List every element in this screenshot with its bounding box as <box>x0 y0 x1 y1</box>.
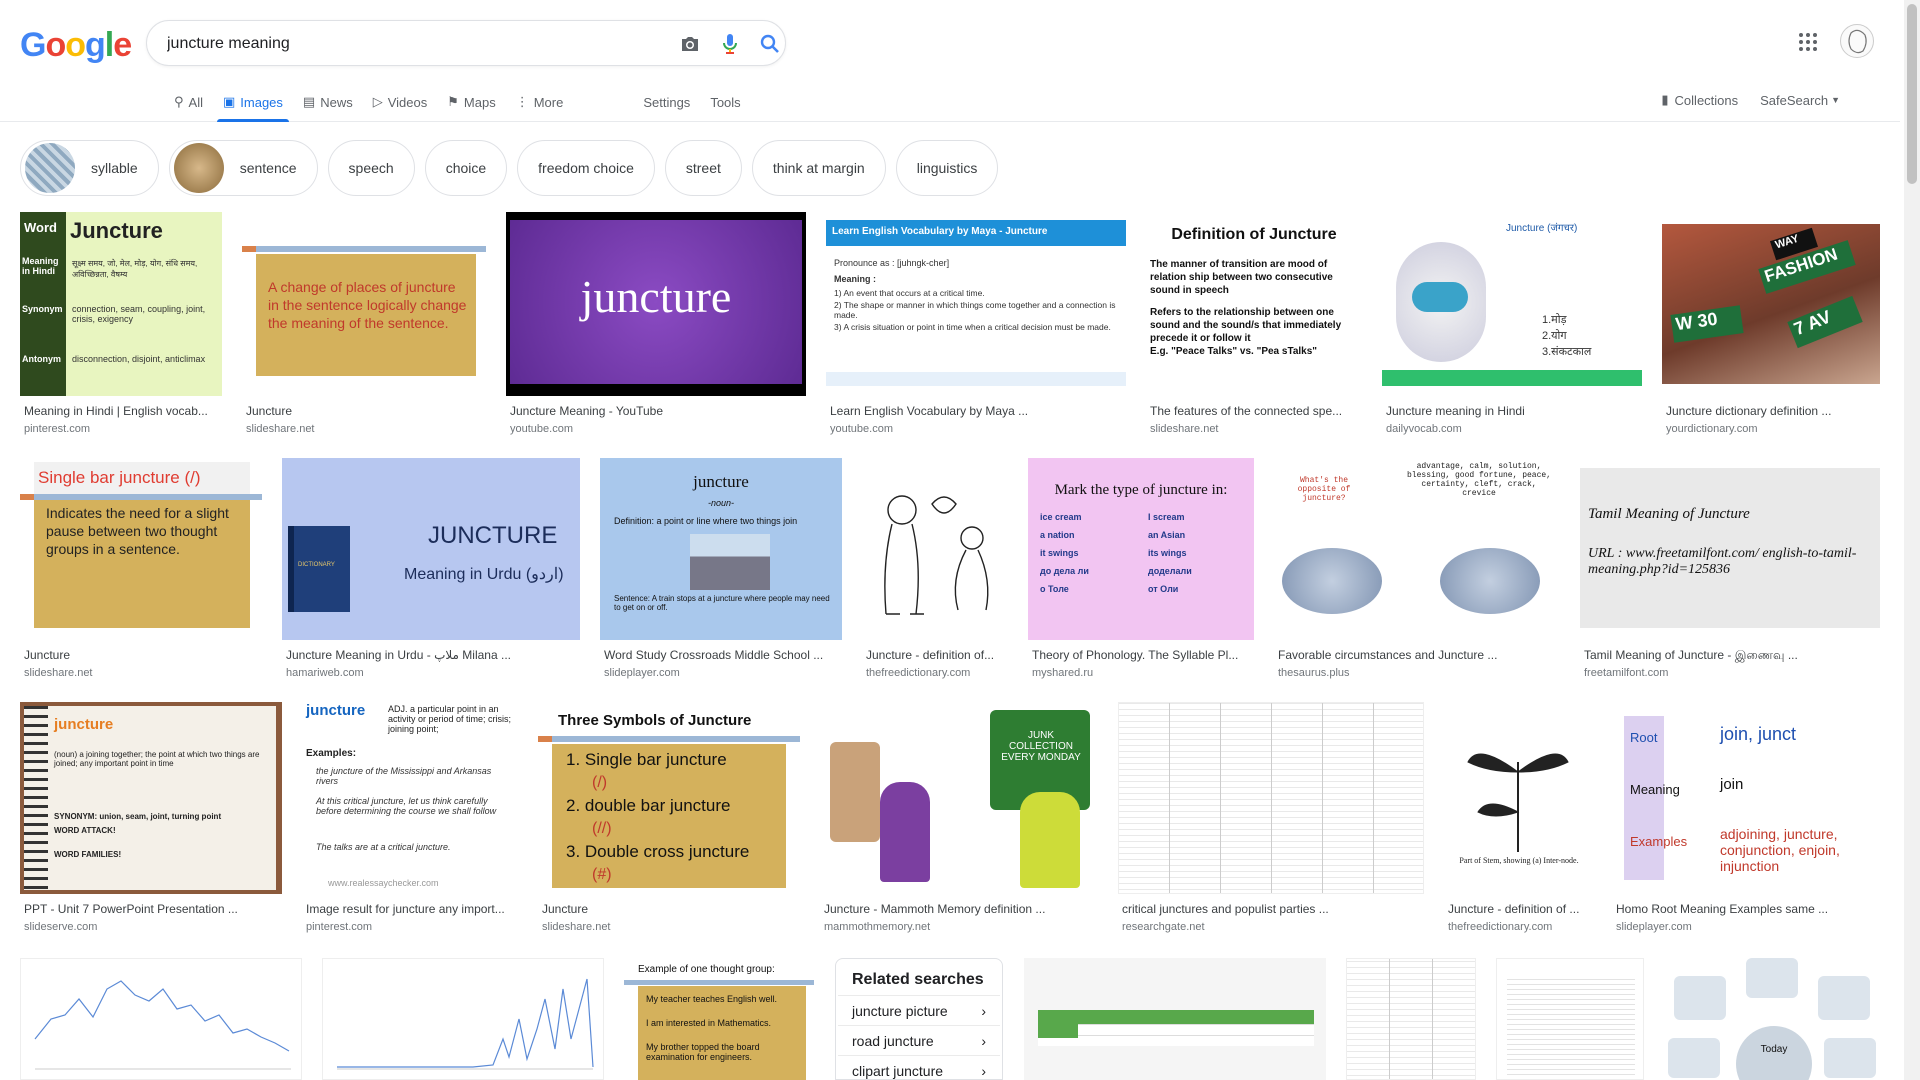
result-thumbnail: Definition of Juncture The manner of tra… <box>1146 212 1362 396</box>
result-thumbnail: Example of one thought group: My teacher… <box>624 958 814 1080</box>
image-result[interactable]: juncture -noun- Definition: a point or l… <box>600 458 842 684</box>
result-thumbnail: Root join, junct Meaning join Examples a… <box>1612 702 1880 894</box>
image-result[interactable]: Today <box>1664 958 1880 1080</box>
result-thumbnail <box>1346 958 1476 1080</box>
image-result[interactable]: juncture Juncture Meaning - YouTube yout… <box>506 212 806 438</box>
image-result[interactable] <box>1496 958 1644 1080</box>
image-result[interactable]: Learn English Vocabulary by Maya - Junct… <box>826 212 1126 438</box>
image-result[interactable]: Part of Stem, showing (a) Inter-node. Ju… <box>1444 702 1592 938</box>
result-thumbnail <box>1496 958 1644 1080</box>
result-thumbnail: JUNK COLLECTION EVERY MONDAY <box>820 702 1098 894</box>
image-result[interactable]: DICTIONARY JUNCTURE Meaning in Urdu (ارد… <box>282 458 580 684</box>
result-thumbnail: Mark the type of juncture in: ice cream … <box>1028 458 1254 640</box>
result-thumbnail: Three Symbols of Juncture 1. Single bar … <box>538 702 800 894</box>
related-searches-panel: Related searches juncture picture › road … <box>835 958 1003 1080</box>
image-result[interactable]: FASHION W 30 7 AV WAY Juncture dictionar… <box>1662 212 1880 438</box>
result-thumbnail <box>20 958 302 1080</box>
image-result[interactable]: Single bar juncture (/) Indicates the ne… <box>20 458 262 684</box>
result-thumbnail: DICTIONARY JUNCTURE Meaning in Urdu (ارد… <box>282 458 580 640</box>
image-result[interactable]: Three Symbols of Juncture 1. Single bar … <box>538 702 800 938</box>
image-result[interactable]: JUNK COLLECTION EVERY MONDAY Juncture - … <box>820 702 1098 938</box>
result-thumbnail: Juncture (जंगचर) 1.मोड़ 2.योग 3.संकटकाल <box>1382 212 1642 396</box>
result-thumbnail: A change of places of juncture in the se… <box>242 212 486 396</box>
related-search-item[interactable]: road juncture › <box>838 1025 1000 1055</box>
result-thumbnail: juncture ADJ. a particular point in an a… <box>302 702 518 894</box>
image-result[interactable]: Juncture (जंगचर) 1.मोड़ 2.योग 3.संकटकाल … <box>1382 212 1642 438</box>
image-result[interactable]: juncture ADJ. a particular point in an a… <box>302 702 518 938</box>
image-result[interactable]: critical junctures and populist parties … <box>1118 702 1424 938</box>
result-thumbnail: Word Juncture Meaning in Hindi सूक्ष्म स… <box>20 212 222 396</box>
result-thumbnail <box>322 958 604 1080</box>
image-result[interactable]: What's the opposite of juncture? advanta… <box>1274 458 1560 684</box>
result-thumbnail: What's the opposite of juncture? advanta… <box>1274 458 1560 640</box>
image-result[interactable]: Definition of Juncture The manner of tra… <box>1146 212 1362 438</box>
result-thumbnail: FASHION W 30 7 AV WAY <box>1662 212 1880 396</box>
scrollbar-thumb[interactable] <box>1907 4 1917 184</box>
result-thumbnail: Tamil Meaning of Juncture URL : www.free… <box>1580 458 1880 640</box>
image-result[interactable]: juncture (noun) a joining together; the … <box>20 702 282 938</box>
page-scrollbar[interactable] <box>1904 0 1920 1080</box>
result-thumbnail: juncture (noun) a joining together; the … <box>20 702 282 894</box>
chevron-right-icon: › <box>981 1002 986 1019</box>
result-thumbnail: juncture -noun- Definition: a point or l… <box>600 458 842 640</box>
image-result[interactable] <box>322 958 604 1080</box>
chevron-right-icon: › <box>981 1062 986 1079</box>
result-thumbnail <box>862 458 1008 640</box>
result-thumbnail: Single bar juncture (/) Indicates the ne… <box>20 458 262 640</box>
result-thumbnail: juncture <box>506 212 806 396</box>
result-thumbnail: Part of Stem, showing (a) Inter-node. <box>1444 702 1592 894</box>
result-thumbnail: Today <box>1664 958 1880 1080</box>
related-search-item[interactable]: clipart juncture › <box>838 1055 1000 1079</box>
chevron-right-icon: › <box>981 1032 986 1049</box>
image-result[interactable] <box>20 958 302 1080</box>
result-thumbnail <box>1024 958 1326 1080</box>
image-result[interactable]: Root join, junct Meaning join Examples a… <box>1612 702 1880 938</box>
image-result[interactable]: Tamil Meaning of Juncture URL : www.free… <box>1580 458 1880 684</box>
image-result[interactable] <box>1024 958 1326 1080</box>
image-result[interactable]: Example of one thought group: My teacher… <box>624 958 814 1080</box>
result-thumbnail <box>1118 702 1424 894</box>
result-thumbnail: Learn English Vocabulary by Maya - Junct… <box>826 212 1126 396</box>
image-result[interactable]: Juncture - definition of... thefreedicti… <box>862 458 1008 684</box>
related-search-item[interactable]: juncture picture › <box>838 995 1000 1025</box>
image-result[interactable]: Mark the type of juncture in: ice cream … <box>1028 458 1254 684</box>
image-result[interactable] <box>1346 958 1476 1080</box>
image-result[interactable]: Word Juncture Meaning in Hindi सूक्ष्म स… <box>20 212 222 438</box>
image-result[interactable]: A change of places of juncture in the se… <box>242 212 486 438</box>
image-results-grid: Word Juncture Meaning in Hindi सूक्ष्म स… <box>0 0 1900 1080</box>
